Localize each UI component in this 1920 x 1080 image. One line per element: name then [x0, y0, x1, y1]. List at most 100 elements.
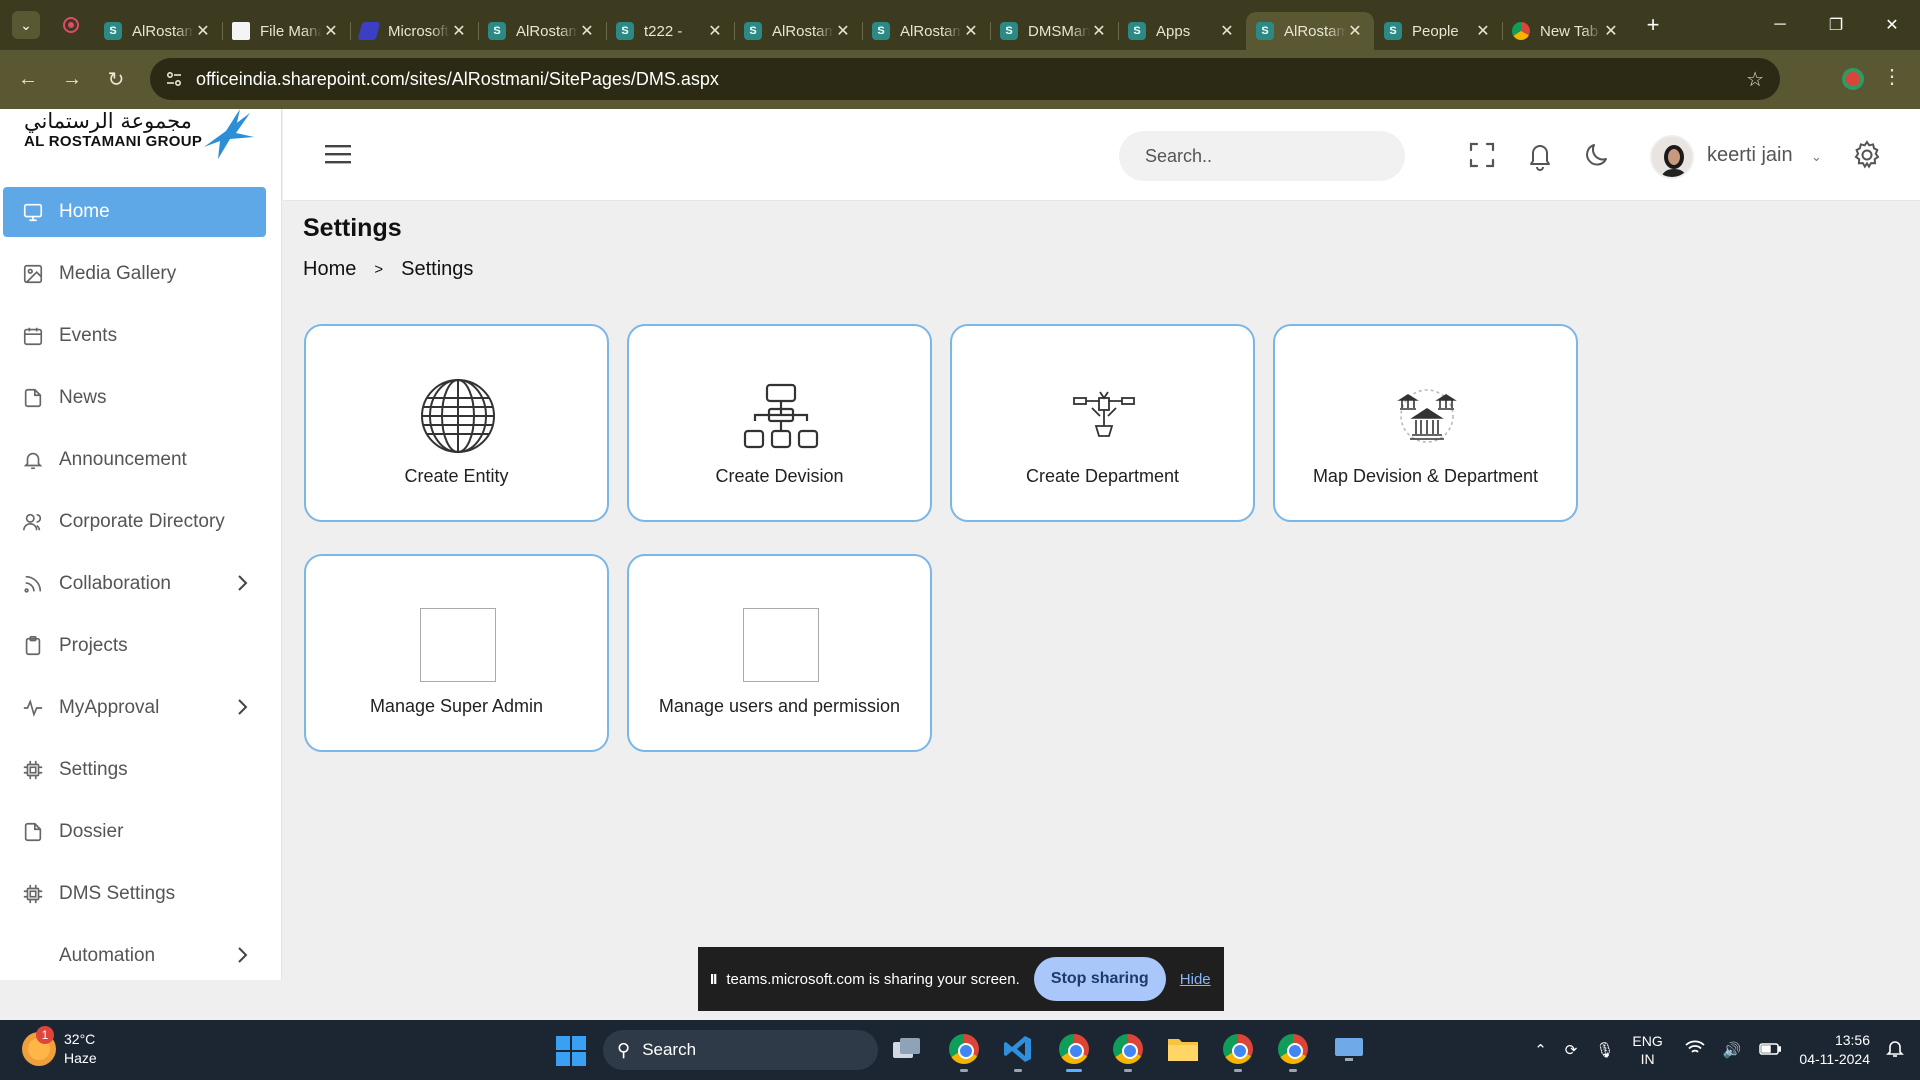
map-devision-department-card[interactable]: Map Devision & Department: [1273, 324, 1578, 522]
browser-tab[interactable]: S DMSManager✕: [990, 12, 1118, 50]
chrome-taskbar-icon[interactable]: [947, 1032, 981, 1072]
close-tab-icon[interactable]: ✕: [578, 21, 596, 41]
sidebar-item-automation[interactable]: Automation: [3, 931, 266, 981]
browser-tab[interactable]: S People ✕: [1374, 12, 1502, 50]
sidebar-item-events[interactable]: Events: [3, 311, 266, 361]
logo-bird-icon: [204, 109, 254, 159]
remote-desktop-icon[interactable]: [1332, 1032, 1366, 1066]
create-devision-card[interactable]: Create Devision: [627, 324, 932, 522]
sync-icon[interactable]: ⟳: [1565, 1041, 1578, 1059]
forward-button[interactable]: →: [54, 62, 90, 98]
show-hidden-icons-chevron-icon[interactable]: ⌃: [1534, 1041, 1547, 1059]
browser-menu-icon[interactable]: ⋮: [1882, 64, 1902, 89]
close-tab-icon[interactable]: ✕: [1346, 21, 1364, 41]
create-department-card[interactable]: Create Department: [950, 324, 1255, 522]
browser-tab[interactable]: S AlRostamani✕: [1246, 12, 1374, 50]
fullscreen-icon[interactable]: [1466, 139, 1498, 171]
chrome-alt-taskbar-icon[interactable]: [1276, 1032, 1310, 1072]
back-button[interactable]: ←: [10, 62, 46, 98]
address-bar[interactable]: officeindia.sharepoint.com/sites/AlRostm…: [150, 58, 1780, 100]
browser-tab[interactable]: S AlRostamani✕: [862, 12, 990, 50]
close-tab-icon[interactable]: ✕: [1218, 21, 1236, 41]
restore-button[interactable]: ❐: [1808, 0, 1864, 50]
minimize-button[interactable]: ─: [1752, 0, 1808, 50]
browser-tab[interactable]: File Manager✕: [222, 12, 350, 50]
manage-users-permission-card[interactable]: Manage users and permission: [627, 554, 932, 752]
sidebar-item-collaboration[interactable]: Collaboration: [3, 559, 266, 609]
language-top: ENG: [1632, 1033, 1663, 1049]
sidebar-item-settings[interactable]: Settings: [3, 745, 266, 795]
file-explorer-icon[interactable]: [1166, 1032, 1200, 1066]
sidebar-item-dms-settings[interactable]: DMS Settings: [3, 869, 266, 919]
close-tab-icon[interactable]: ✕: [706, 21, 724, 41]
chrome-active-taskbar-icon[interactable]: [1057, 1032, 1091, 1072]
reload-button[interactable]: ↻: [98, 62, 134, 98]
sidebar-item-projects[interactable]: Projects: [3, 621, 266, 671]
chrome-canary-taskbar-icon[interactable]: [1221, 1032, 1255, 1072]
browser-tab[interactable]: New Tab ✕: [1502, 12, 1630, 50]
language-indicator[interactable]: ENG IN: [1632, 1032, 1662, 1068]
search-icon: ⚲: [617, 1039, 631, 1060]
bookmark-star-icon[interactable]: ☆: [1746, 67, 1764, 92]
sidebar-item-myapproval[interactable]: MyApproval: [3, 683, 266, 733]
sidebar-item-corporate-directory[interactable]: Corporate Directory: [3, 497, 266, 547]
close-tab-icon[interactable]: ✕: [1602, 21, 1620, 41]
sidebar-item-home[interactable]: Home: [3, 187, 266, 237]
close-tab-icon[interactable]: ✕: [450, 21, 468, 41]
dark-mode-moon-icon[interactable]: [1582, 139, 1614, 171]
user-name[interactable]: keerti jain: [1707, 144, 1793, 167]
sidebar-item-media-gallery[interactable]: Media Gallery: [3, 249, 266, 299]
microphone-icon[interactable]: 🎙: [1595, 1041, 1614, 1059]
header-search-input[interactable]: [1119, 131, 1405, 181]
close-tab-icon[interactable]: ✕: [1474, 21, 1492, 41]
browser-profile-avatar[interactable]: [1842, 68, 1864, 90]
taskbar-search-box[interactable]: ⚲ Search: [603, 1030, 878, 1070]
chevron-right-icon[interactable]: [232, 697, 252, 717]
wifi-icon[interactable]: [1685, 1040, 1705, 1060]
close-tab-icon[interactable]: ✕: [194, 21, 212, 41]
close-tab-icon[interactable]: ✕: [962, 21, 980, 41]
create-entity-card[interactable]: Create Entity: [304, 324, 609, 522]
sidebar-item-news[interactable]: News: [3, 373, 266, 423]
browser-tab[interactable]: S AlRostamani✕: [478, 12, 606, 50]
browser-tab[interactable]: S AlRostamani✕: [94, 12, 222, 50]
task-view-icon[interactable]: [890, 1032, 924, 1066]
company-logo[interactable]: مجموعة الرستماني AL ROSTAMANI GROUP: [20, 109, 260, 159]
notification-center-icon[interactable]: [1886, 1038, 1904, 1062]
battery-icon[interactable]: [1759, 1042, 1782, 1059]
new-tab-button[interactable]: +: [1638, 10, 1668, 40]
close-window-button[interactable]: ✕: [1864, 0, 1920, 50]
taskbar-clock[interactable]: 13:56 04-11-2024: [1799, 1031, 1870, 1069]
browser-tab[interactable]: S Apps ✕: [1118, 12, 1246, 50]
tab-search-button[interactable]: ⌄: [12, 11, 40, 39]
notification-bell-icon[interactable]: [1524, 139, 1556, 171]
browser-tab[interactable]: S AlRostamani✕: [734, 12, 862, 50]
vscode-taskbar-icon[interactable]: [1001, 1032, 1035, 1072]
chrome-profile-taskbar-icon[interactable]: [1111, 1032, 1145, 1072]
sidebar-item-label: DMS Settings: [59, 883, 176, 904]
manage-super-admin-card[interactable]: Manage Super Admin: [304, 554, 609, 752]
tab-group-icon[interactable]: [56, 10, 86, 40]
browser-tab[interactable]: Microsoft ✕: [350, 12, 478, 50]
breadcrumb-home[interactable]: Home: [303, 258, 356, 281]
chevron-right-icon[interactable]: [232, 573, 252, 593]
tab-title: New Tab: [1540, 22, 1599, 40]
hamburger-menu-icon[interactable]: [325, 143, 351, 165]
windows-start-icon[interactable]: [556, 1036, 586, 1066]
stop-sharing-button[interactable]: Stop sharing: [1033, 957, 1166, 1001]
user-menu-chevron-icon[interactable]: ⌄: [1811, 149, 1822, 165]
sidebar-item-announcement[interactable]: Announcement: [3, 435, 266, 485]
browser-tab[interactable]: St222 - ✕: [606, 12, 734, 50]
volume-icon[interactable]: 🔊: [1723, 1041, 1742, 1059]
sidebar-item-dossier[interactable]: Dossier: [3, 807, 266, 857]
calendar-icon: [21, 324, 45, 348]
close-tab-icon[interactable]: ✕: [834, 21, 852, 41]
hide-link[interactable]: Hide: [1180, 971, 1211, 988]
close-tab-icon[interactable]: ✕: [1090, 21, 1108, 41]
settings-gear-icon[interactable]: [1851, 139, 1883, 171]
chevron-right-icon[interactable]: [232, 945, 252, 965]
close-tab-icon[interactable]: ✕: [322, 21, 340, 41]
site-info-icon[interactable]: [154, 58, 194, 100]
weather-widget[interactable]: 1 32°C Haze: [22, 1026, 97, 1068]
user-avatar[interactable]: [1650, 135, 1694, 179]
